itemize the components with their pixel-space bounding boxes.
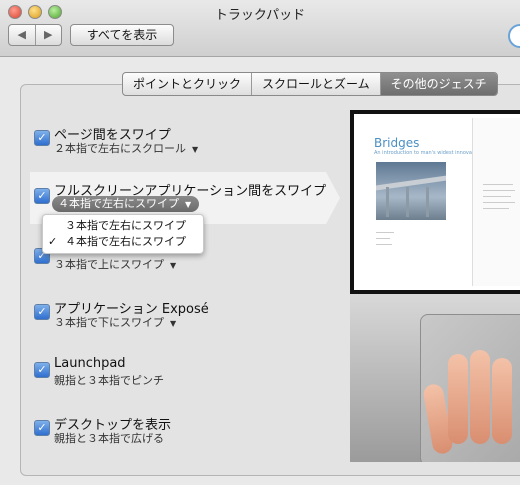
checkbox-app-expose[interactable]: ✓ xyxy=(34,304,50,320)
popup-arrow-icon: ▼ xyxy=(170,261,177,270)
checkbox-show-desktop[interactable]: ✓ xyxy=(34,420,50,436)
checkmark-icon: ✓ xyxy=(48,235,58,248)
window-title: トラックパッド xyxy=(214,8,306,23)
popup-arrow-icon: ▼ xyxy=(192,145,199,154)
forward-arrow-icon[interactable]: ▶ xyxy=(36,25,62,45)
back-arrow-icon[interactable]: ◀ xyxy=(9,25,36,45)
menu-item-three-finger[interactable]: ３本指で左右にスワイプ xyxy=(43,218,203,234)
checkbox-swipe-between-pages[interactable]: ✓ xyxy=(34,130,50,146)
preview-doc-title: Bridges xyxy=(374,136,420,150)
menu-item-four-finger[interactable]: ✓ ４本指で左右にスワイプ xyxy=(43,234,203,250)
window-titlebar: トラックパッド ◀ ▶ すべてを表示 xyxy=(0,0,520,57)
gesture-popup-menu: ３本指で左右にスワイプ ✓ ４本指で左右にスワイプ xyxy=(42,214,204,254)
back-forward-control: ◀ ▶ xyxy=(8,24,62,46)
bridge-photo xyxy=(376,162,446,220)
selected-row-pointer xyxy=(326,172,340,224)
search-field[interactable] xyxy=(508,24,520,48)
preview-next-page xyxy=(472,118,520,286)
tab-point-and-click[interactable]: ポイントとクリック xyxy=(123,73,253,95)
setting-title: Launchpad xyxy=(54,356,126,371)
tab-scroll-and-zoom[interactable]: スクロールとズーム xyxy=(252,73,381,95)
setting-gesture-popup[interactable]: ３本指で下にスワイプ ▼ xyxy=(54,314,176,330)
checkbox-launchpad[interactable]: ✓ xyxy=(34,362,50,378)
preview-doc-subtitle: An introduction to man's widest innovati… xyxy=(374,150,482,156)
setting-gesture-description: 親指と３本指でピンチ xyxy=(54,374,164,387)
popup-arrow-icon: ▼ xyxy=(170,319,177,328)
preview-trackpad-scene xyxy=(350,294,520,462)
setting-gesture-description: 親指と３本指で広げる xyxy=(54,432,164,445)
setting-gesture-popup[interactable]: ３本指で上にスワイプ ▼ xyxy=(54,256,176,272)
show-all-button[interactable]: すべてを表示 xyxy=(70,24,174,46)
hand-illustration xyxy=(422,344,514,462)
tab-more-gestures[interactable]: その他のジェスチ xyxy=(380,73,497,95)
setting-gesture-popup[interactable]: ２本指で左右にスクロール ▼ xyxy=(54,140,198,156)
tab-bar: ポイントとクリック スクロールとズーム その他のジェスチ xyxy=(122,72,498,96)
preview-document: Bridges An introduction to man's widest … xyxy=(354,114,520,290)
popup-arrow-icon: ▼ xyxy=(185,200,192,209)
gesture-popup-button[interactable]: ４本指で左右にスワイプ ▼ xyxy=(52,196,200,212)
checkbox-swipe-fullscreen-apps[interactable]: ✓ xyxy=(34,188,50,204)
gesture-preview: Bridges An introduction to man's widest … xyxy=(350,110,520,462)
